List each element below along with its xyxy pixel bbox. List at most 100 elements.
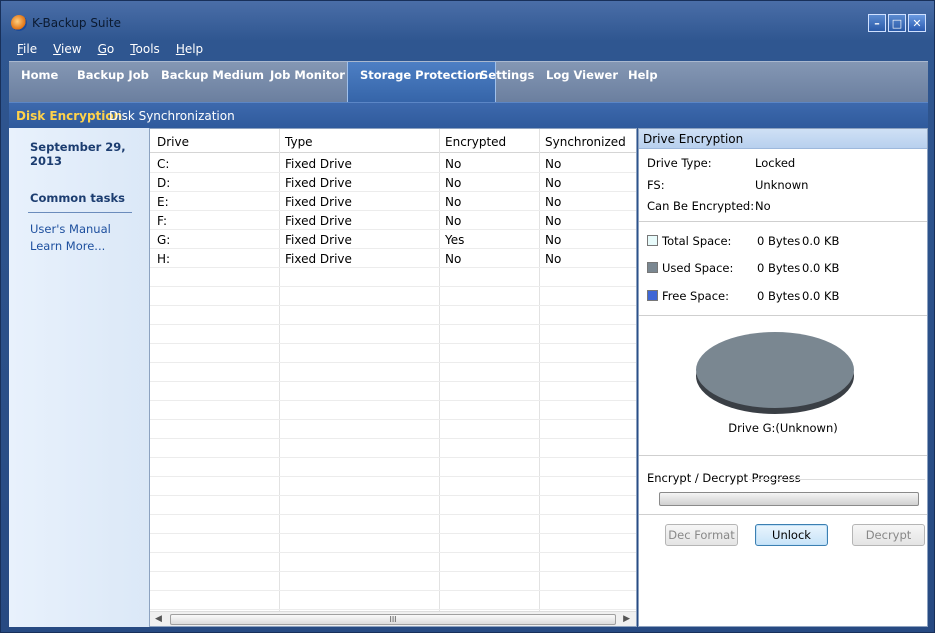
free-space-swatch: [647, 290, 658, 301]
total-space-bytes: 0 Bytes: [757, 234, 801, 248]
cell-drive: H:: [157, 252, 171, 266]
table-row[interactable]: G: Fixed Drive Yes No: [150, 230, 636, 249]
table-row: [150, 458, 636, 477]
decrypt-button[interactable]: Decrypt: [852, 524, 925, 546]
cell-synchronized: No: [545, 252, 562, 266]
scroll-right-icon[interactable]: ▶: [623, 614, 630, 624]
subtab-disk-synchronization[interactable]: Disk Synchronization: [109, 109, 235, 123]
used-space-kb: 0.0 KB: [802, 261, 840, 275]
horizontal-scrollbar[interactable]: ◀ III ▶: [150, 611, 636, 626]
nav-tab-backup-medium[interactable]: Backup Medium: [149, 62, 276, 103]
cell-drive: E:: [157, 195, 169, 209]
table-row: [150, 382, 636, 401]
column-header-synchronized[interactable]: Synchronized: [545, 135, 626, 149]
free-space-label: Free Space:: [662, 289, 729, 303]
scroll-thumb[interactable]: III: [170, 614, 616, 625]
cell-encrypted: No: [445, 176, 462, 190]
main-nav: Home Backup Job Backup Medium Job Monitor St…: [9, 61, 928, 103]
learn-more-link[interactable]: Learn More...: [30, 239, 105, 253]
nav-tab-backup-job[interactable]: Backup Job: [65, 62, 161, 103]
table-row: [150, 344, 636, 363]
current-date: September 29, 2013: [30, 140, 126, 168]
column-header-encrypted[interactable]: Encrypted: [445, 135, 506, 149]
cell-drive: F:: [157, 214, 168, 228]
column-header-drive[interactable]: Drive: [157, 135, 189, 149]
cell-encrypted: No: [445, 252, 462, 266]
drive-type-value: Locked: [755, 156, 796, 170]
scroll-left-icon[interactable]: ◀: [155, 614, 162, 624]
dec-format-button[interactable]: Dec Format: [665, 524, 738, 546]
app-logo-icon: [11, 15, 27, 31]
menu-go[interactable]: Go: [90, 40, 123, 60]
sidebar: September 29, 2013 Common tasks User's M…: [9, 128, 149, 627]
table-row: [150, 306, 636, 325]
cell-encrypted: Yes: [445, 233, 465, 247]
total-space-swatch: [647, 235, 658, 246]
minimize-icon[interactable]: –: [868, 14, 886, 32]
cell-type: Fixed Drive: [285, 214, 352, 228]
unlock-button[interactable]: Unlock: [755, 524, 828, 546]
table-header: Drive Type Encrypted Synchronized: [150, 129, 636, 153]
cell-encrypted: No: [445, 214, 462, 228]
cell-drive: G:: [157, 233, 171, 247]
used-space-label: Used Space:: [662, 261, 734, 275]
pie-caption: Drive G:(Unknown): [728, 421, 838, 435]
table-row: [150, 534, 636, 553]
table-row: [150, 401, 636, 420]
cell-synchronized: No: [545, 233, 562, 247]
cell-type: Fixed Drive: [285, 233, 352, 247]
table-row[interactable]: D: Fixed Drive No No: [150, 173, 636, 192]
table-row: [150, 572, 636, 591]
maximize-icon[interactable]: □: [888, 14, 906, 32]
table-row: [150, 591, 636, 610]
cell-type: Fixed Drive: [285, 195, 352, 209]
table-row: [150, 268, 636, 287]
cell-synchronized: No: [545, 176, 562, 190]
drive-table: Drive Type Encrypted Synchronized C: Fixe…: [149, 128, 637, 627]
divider: [639, 514, 927, 515]
table-row: [150, 287, 636, 306]
common-tasks-title: Common tasks: [30, 191, 125, 205]
table-row: [150, 515, 636, 534]
table-row[interactable]: C: Fixed Drive No No: [150, 154, 636, 173]
can-encrypt-label: Can Be Encrypted:: [647, 199, 755, 213]
divider: [749, 479, 925, 480]
cell-encrypted: No: [445, 157, 462, 171]
table-row: [150, 439, 636, 458]
subtab-disk-encryption[interactable]: Disk Encryption: [16, 109, 122, 123]
menu-tools[interactable]: Tools: [122, 40, 168, 60]
total-space-label: Total Space:: [662, 234, 732, 248]
close-icon[interactable]: ✕: [908, 14, 926, 32]
cell-type: Fixed Drive: [285, 252, 352, 266]
divider: [639, 221, 927, 222]
menu-view[interactable]: View: [45, 40, 89, 60]
nav-tab-help[interactable]: Help: [616, 62, 670, 103]
divider: [639, 315, 927, 316]
cell-encrypted: No: [445, 195, 462, 209]
encrypt-progress-bar: [659, 492, 919, 506]
column-header-type[interactable]: Type: [285, 135, 313, 149]
title-bar[interactable]: K-Backup Suite – □ ✕: [1, 1, 934, 37]
table-row[interactable]: E: Fixed Drive No No: [150, 192, 636, 211]
menu-file[interactable]: File: [9, 40, 45, 60]
used-space-bytes: 0 Bytes: [757, 261, 801, 275]
sub-nav: Disk Encryption Disk Synchronization: [9, 102, 928, 128]
menu-help[interactable]: Help: [168, 40, 211, 60]
cell-drive: C:: [157, 157, 170, 171]
users-manual-link[interactable]: User's Manual: [30, 222, 111, 236]
nav-tab-home[interactable]: Home: [9, 62, 70, 103]
nav-tab-job-monitor[interactable]: Job Monitor: [258, 62, 357, 103]
divider: [639, 455, 927, 456]
table-row: [150, 420, 636, 439]
progress-title: Encrypt / Decrypt Progress: [647, 471, 801, 485]
table-row[interactable]: F: Fixed Drive No No: [150, 211, 636, 230]
pie-slice-used: [696, 332, 854, 408]
drive-encryption-panel: Drive Encryption Drive Type: Locked FS: …: [638, 128, 928, 627]
menu-bar: File View Go Tools Help: [9, 40, 211, 60]
total-space-kb: 0.0 KB: [802, 234, 840, 248]
table-row[interactable]: H: Fixed Drive No No: [150, 249, 636, 268]
cell-synchronized: No: [545, 214, 562, 228]
cell-synchronized: No: [545, 195, 562, 209]
drive-type-label: Drive Type:: [647, 156, 712, 170]
panel-header: Drive Encryption: [639, 129, 927, 149]
